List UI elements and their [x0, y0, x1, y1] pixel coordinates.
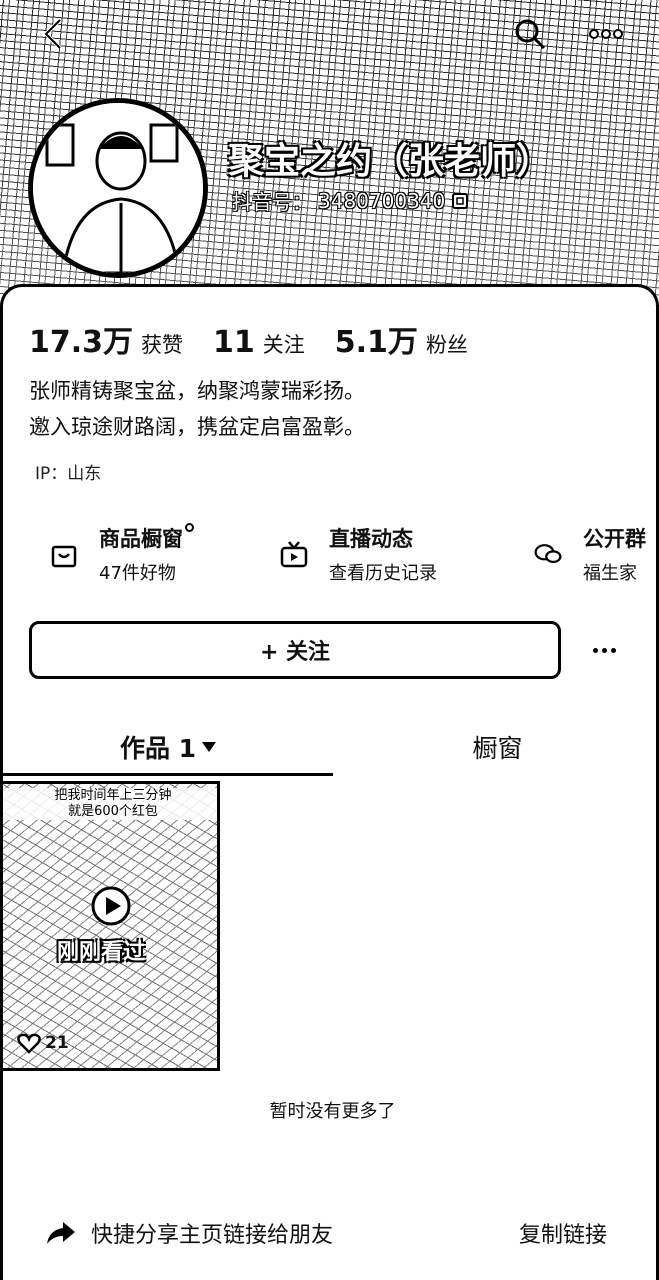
feature-title: 公开群	[583, 527, 646, 551]
feature-title: 直播动态	[329, 527, 413, 551]
stat-followers[interactable]: 5.1万 粉丝	[335, 317, 468, 361]
top-bar	[0, 10, 659, 54]
share-bar: 快捷分享主页链接给朋友 复制链接	[3, 1207, 659, 1257]
feature-subtitle: 47件好物	[99, 563, 176, 584]
bio-line: 邀入琼途财路阔，携盆定启富盈彰。	[29, 415, 365, 439]
caret-down-icon	[202, 742, 217, 752]
stat-number: 17.3万	[29, 325, 134, 360]
ip-location: IP：山东	[35, 464, 102, 484]
copy-icon[interactable]	[451, 192, 469, 210]
caption-line: 把我时间年上三分钟	[54, 788, 172, 803]
no-more-content-text: 暂时没有更多了	[269, 1101, 396, 1122]
douyin-id-label: 抖音号：	[232, 190, 312, 214]
feature-shop-window[interactable]: 商品橱窗 47件好物	[49, 523, 194, 587]
back-button[interactable]	[34, 14, 74, 54]
share-profile-link[interactable]: 快捷分享主页链接给朋友	[45, 1217, 333, 1249]
tab-works-label: 作品 1	[119, 734, 197, 763]
stats-row: 17.3万 获赞 11 关注 5.1万 粉丝	[29, 317, 468, 361]
tab-showcase-label: 橱窗	[472, 734, 523, 763]
share-label: 快捷分享主页链接给朋友	[91, 1223, 334, 1248]
feature-live-history[interactable]: 直播动态 查看历史记录	[279, 523, 437, 587]
active-tab-indicator	[3, 773, 333, 776]
play-icon	[91, 886, 131, 926]
stat-likes[interactable]: 17.3万 获赞	[29, 317, 183, 361]
feature-subtitle: 福生家	[583, 563, 637, 584]
stat-number: 11	[213, 325, 255, 360]
caption-line: 就是600个红包	[68, 804, 158, 819]
profile-nickname: 聚宝之约（张老师）	[228, 141, 553, 182]
heart-icon	[17, 1033, 41, 1054]
stat-label: 粉丝	[425, 333, 468, 357]
dot	[592, 647, 598, 653]
avatar[interactable]	[28, 98, 208, 278]
back-arrow-icon	[43, 18, 62, 50]
stat-number: 5.1万	[334, 325, 418, 360]
more-options-button[interactable]	[584, 20, 628, 48]
video-caption: 把我时间年上三分钟 就是600个红包	[3, 788, 217, 820]
dot	[601, 647, 607, 653]
video-thumbnail	[3, 784, 217, 1068]
stat-label: 关注	[262, 333, 305, 357]
video-tile[interactable]: 把我时间年上三分钟 就是600个红包 刚刚看过 21	[0, 781, 220, 1071]
tab-works[interactable]: 作品 1	[3, 717, 333, 777]
bio-line: 张师精铸聚宝盆，纳聚鸿蒙瑞彩扬。	[29, 379, 365, 403]
search-icon	[515, 19, 546, 50]
notification-dot	[185, 523, 194, 532]
more-dots-icon	[589, 29, 623, 39]
share-arrow-icon	[47, 1222, 75, 1244]
feature-row: 商品橱窗 47件好物 直播动态 查看历史记录 公开群 福生家	[3, 523, 659, 587]
follow-button[interactable]: + 关注	[29, 621, 561, 679]
stat-following[interactable]: 11 关注	[213, 325, 305, 360]
douyin-id-value: 3480700340	[318, 188, 446, 213]
bag-icon	[51, 545, 77, 568]
feature-title: 商品橱窗	[99, 523, 194, 553]
feature-subtitle: 查看历史记录	[329, 563, 437, 584]
feature-public-group[interactable]: 公开群 福生家	[533, 523, 646, 587]
video-likes: 21	[17, 1032, 69, 1054]
copy-link-button[interactable]: 复制链接	[519, 1217, 607, 1249]
stat-label: 获赞	[141, 333, 184, 357]
profile-bio: 张师精铸聚宝盆，纳聚鸿蒙瑞彩扬。 邀入琼途财路阔，携盆定启富盈彰。	[29, 373, 365, 445]
recently-watched-label: 刚刚看过	[57, 940, 146, 965]
tv-icon	[280, 541, 308, 568]
likes-count: 21	[45, 1033, 69, 1053]
content-tabs: 作品 1 橱窗	[3, 717, 659, 777]
douyin-id[interactable]: 抖音号： 3480700340	[232, 186, 469, 215]
chat-icon	[534, 544, 562, 564]
follow-button-label: + 关注	[259, 640, 331, 665]
search-button[interactable]	[512, 16, 548, 52]
avatar-portrait-icon	[33, 103, 203, 273]
dot	[610, 647, 616, 653]
more-actions-button[interactable]	[587, 635, 621, 665]
tab-showcase[interactable]: 橱窗	[333, 717, 659, 777]
profile-card: 17.3万 获赞 11 关注 5.1万 粉丝 张师精铸聚宝盆，纳聚鸿蒙瑞彩扬。 …	[0, 284, 659, 1280]
